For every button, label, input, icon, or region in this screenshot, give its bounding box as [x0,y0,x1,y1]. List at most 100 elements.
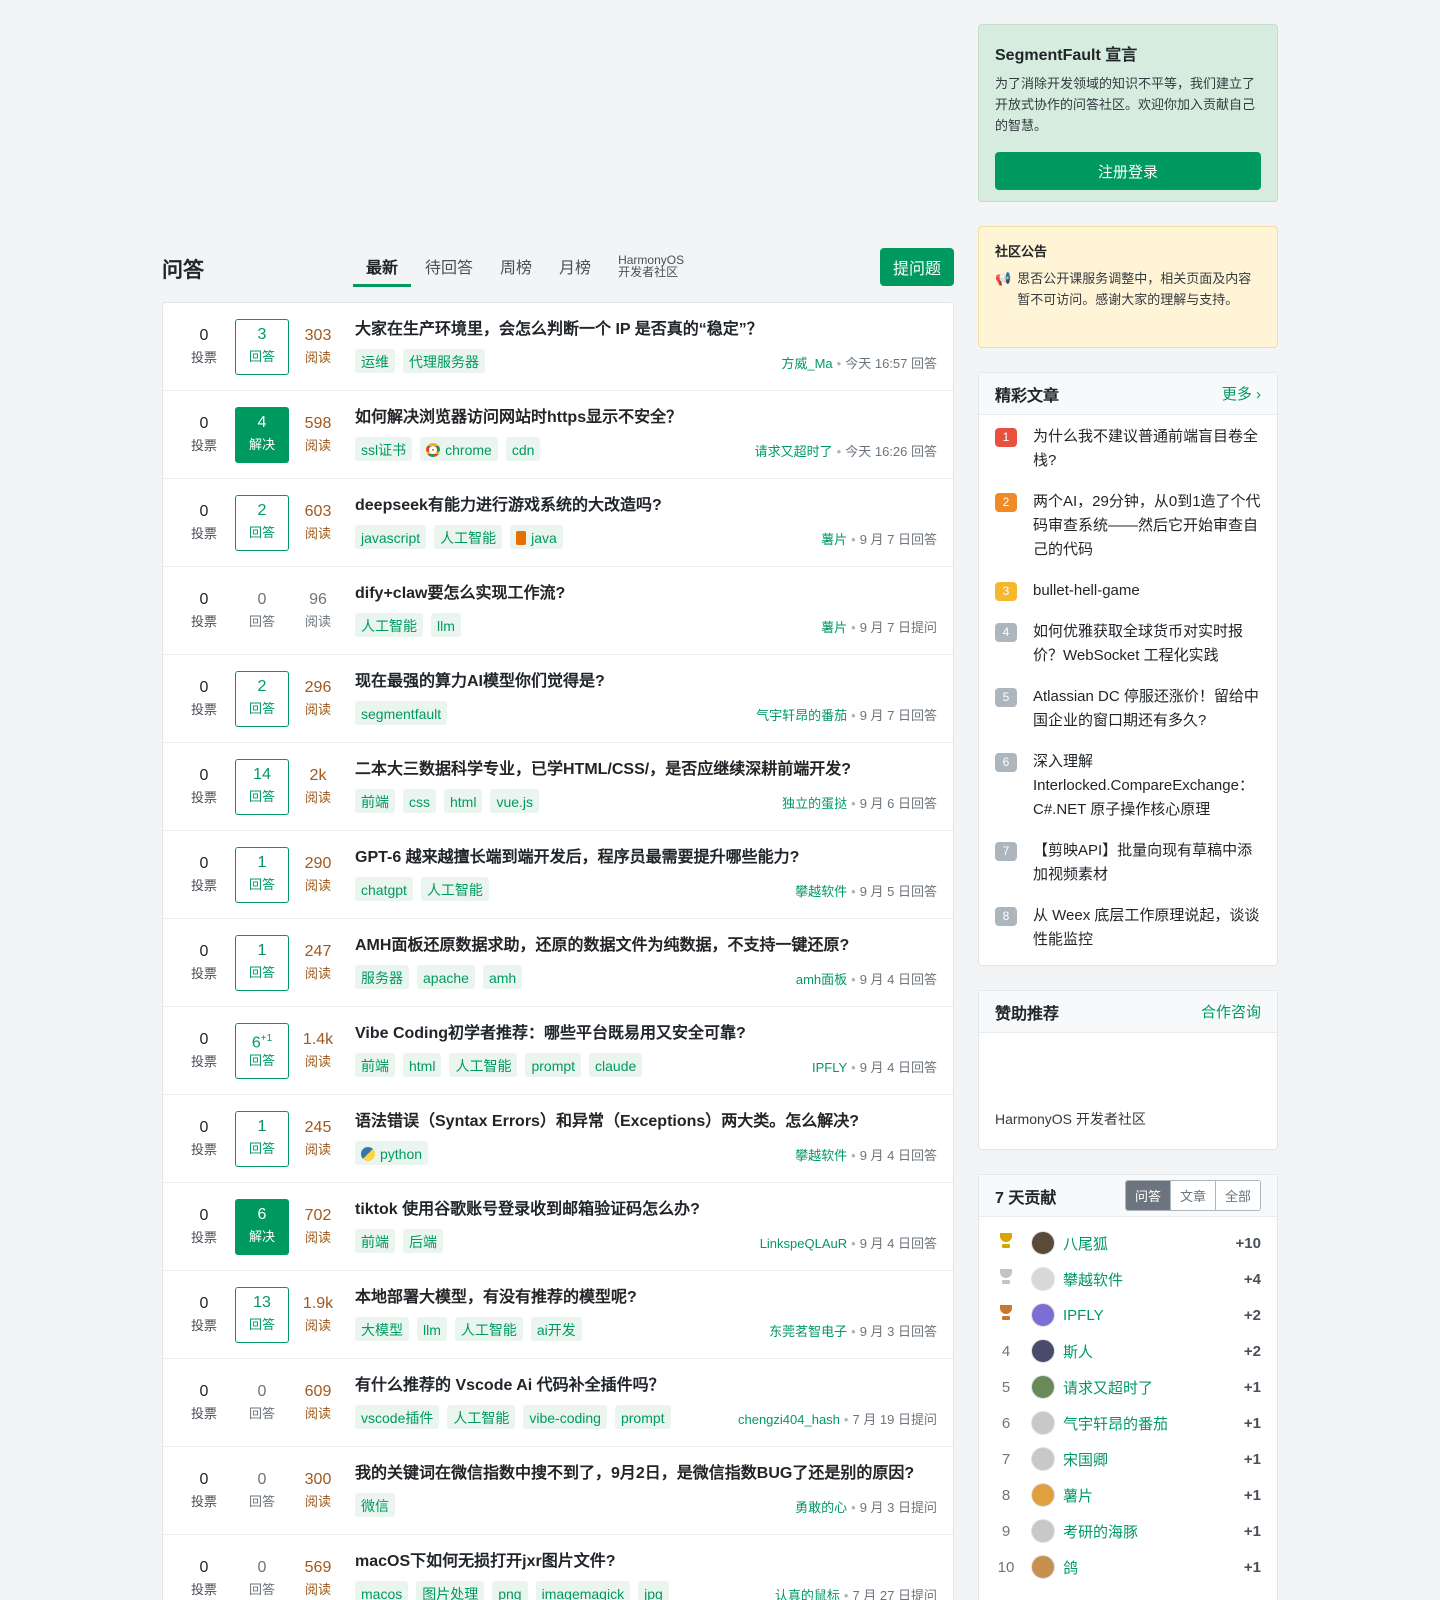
avatar[interactable] [1031,1303,1055,1327]
author-link[interactable]: 独立的蛋挞 [782,796,847,811]
tag[interactable]: png [492,1581,528,1600]
article-item[interactable]: 1 为什么我不建议普通前端盲目卷全栈? [995,425,1261,473]
question-title[interactable]: 如何解决浏览器访问网站时https显示不安全？ [355,403,935,427]
author-link[interactable]: 气宇轩昂的番茄 [756,708,847,723]
question-title[interactable]: 语法错误（Syntax Errors）和异常（Exceptions）两大类。怎么… [355,1107,935,1131]
question-title[interactable]: 现在最强的算力AI模型你们觉得是? [355,667,935,691]
contributor-name[interactable]: 气宇轩昂的番茄 [1063,1413,1244,1434]
tag[interactable]: 前端 [355,1053,395,1077]
author-link[interactable]: 方威_Ma [781,356,832,371]
ask-question-button[interactable]: 提问题 [880,248,954,286]
tag[interactable]: 运维 [355,349,395,373]
avatar[interactable] [1031,1267,1055,1291]
contributor-name[interactable]: 请求又超时了 [1063,1377,1244,1398]
article-item[interactable]: 2 两个AI，29分钟，从0到1造了个代码审查系统——然后它开始审查自己的代码 [995,490,1261,562]
tag[interactable]: 图片处理 [416,1581,485,1600]
filter-articles[interactable]: 文章 [1169,1181,1215,1210]
tab-weekly[interactable]: 周榜 [500,246,532,284]
author-link[interactable]: chengzi404_hash [738,1412,840,1427]
author-link[interactable]: IPFLY [812,1060,847,1075]
tag[interactable]: claude [589,1053,643,1077]
contributor-name[interactable]: 斯人 [1063,1341,1244,1362]
tag[interactable]: jpg [638,1581,669,1600]
contributor-name[interactable]: 八尾狐 [1063,1233,1236,1254]
contributor-name[interactable]: 薯片 [1063,1485,1244,1506]
avatar[interactable] [1031,1375,1055,1399]
tag[interactable]: javascript [355,525,427,549]
article-item[interactable]: 4 如何优雅获取全球货币对实时报价？WebSocket 工程化实践 [995,620,1261,668]
tag[interactable]: vscode插件 [355,1405,440,1429]
tag[interactable]: html [444,789,483,813]
tag[interactable]: vibe-coding [523,1405,607,1429]
author-link[interactable]: amh面板 [796,972,847,987]
tag[interactable]: vue.js [490,789,540,813]
tag[interactable]: 人工智能 [454,1317,523,1341]
tag[interactable]: prompt [525,1053,582,1077]
avatar[interactable] [1031,1519,1055,1543]
tag[interactable]: macos [355,1581,409,1600]
tag[interactable]: python [355,1141,429,1165]
question-title[interactable]: macOS下如何无损打开jxr图片文件? [355,1547,935,1571]
tab-harmonyos[interactable]: HarmonyOS 开发者社区 [618,246,684,284]
tag[interactable]: 人工智能 [420,877,489,901]
tag[interactable]: cdn [505,437,541,461]
tag[interactable]: 代理服务器 [403,349,485,373]
tag[interactable]: html [403,1053,442,1077]
question-title[interactable]: 大家在生产环境里，会怎么判断一个 IP 是否真的“稳定”？ [355,315,935,339]
author-link[interactable]: 攀越软件 [795,884,847,899]
filter-all[interactable]: 全部 [1214,1181,1260,1210]
sponsor-consult-link[interactable]: 合作咨询 [1201,1001,1261,1022]
author-link[interactable]: 请求又超时了 [755,444,833,459]
tag[interactable]: 微信 [355,1493,395,1517]
tag[interactable]: 人工智能 [447,1405,516,1429]
author-link[interactable]: 薯片 [821,620,847,635]
tag[interactable]: java [510,525,563,549]
question-title[interactable]: 二本大三数据科学专业，已学HTML/CSS/，是否应继续深耕前端开发? [355,755,935,779]
tag[interactable]: apache [417,965,475,989]
question-title[interactable]: 本地部署大模型，有没有推荐的模型呢? [355,1283,935,1307]
article-item[interactable]: 3 bullet-hell-game [995,579,1261,603]
question-title[interactable]: Vibe Coding初学者推荐：哪些平台既易用又安全可靠? [355,1019,935,1043]
tag[interactable]: 前端 [355,1229,395,1253]
tag[interactable]: 大模型 [355,1317,409,1341]
contributor-name[interactable]: 考研的海豚 [1063,1521,1244,1542]
tag[interactable]: imagemagick [535,1581,631,1600]
filter-qa[interactable]: 问答 [1125,1181,1170,1210]
sponsor-item[interactable]: HarmonyOS 开发者社区 [979,1033,1277,1129]
article-item[interactable]: 5 Atlassian DC 停服还涨价！留给中国企业的窗口期还有多久? [995,685,1261,733]
author-link[interactable]: LinkspeQLAuR [760,1236,847,1251]
contributor-name[interactable]: IPFLY [1063,1307,1244,1324]
avatar[interactable] [1031,1483,1055,1507]
tag[interactable]: llm [431,613,461,637]
article-item[interactable]: 7 【剪映API】批量向现有草稿中添加视频素材 [995,839,1261,887]
author-link[interactable]: 东莞茗智电子 [769,1324,847,1339]
author-link[interactable]: 薯片 [821,532,847,547]
question-title[interactable]: GPT-6 越来越擅长端到端开发后，程序员最需要提升哪些能力? [355,843,935,867]
tag[interactable]: segmentfault [355,701,448,725]
avatar[interactable] [1031,1555,1055,1579]
tab-monthly[interactable]: 月榜 [559,246,591,284]
article-item[interactable]: 8 从 Weex 底层工作原理说起，谈谈性能监控 [995,904,1261,952]
contributor-name[interactable]: 攀越软件 [1063,1269,1244,1290]
tag[interactable]: ssl证书 [355,437,413,461]
avatar[interactable] [1031,1411,1055,1435]
tag[interactable]: amh [482,965,523,989]
article-item[interactable]: 6 深入理解 Interlocked.CompareExchange：C#.NET… [995,750,1261,822]
tag[interactable]: 后端 [403,1229,443,1253]
tab-latest[interactable]: 最新 [353,246,412,287]
articles-more-link[interactable]: 更多 › [1222,383,1261,404]
tag[interactable]: chatgpt [355,877,413,901]
tag[interactable]: chrome [420,437,498,461]
question-title[interactable]: tiktok 使用谷歌账号登录收到邮箱验证码怎么办? [355,1195,935,1219]
register-login-button[interactable]: 注册登录 [995,152,1261,190]
contributor-name[interactable]: 鸽 [1063,1557,1244,1578]
tag[interactable]: css [403,789,436,813]
notice-text[interactable]: 思否公开课服务调整中，相关页面及内容暂不可访问。感谢大家的理解与支持。 [1017,268,1261,310]
author-link[interactable]: 攀越软件 [795,1148,847,1163]
contributor-name[interactable]: 宋国卿 [1063,1449,1244,1470]
tag[interactable]: llm [417,1317,447,1341]
avatar[interactable] [1031,1231,1055,1255]
tag[interactable]: 前端 [355,789,395,813]
question-title[interactable]: deepseek有能力进行游戏系统的大改造吗? [355,491,935,515]
question-title[interactable]: dify+claw要怎么实现工作流? [355,579,935,603]
